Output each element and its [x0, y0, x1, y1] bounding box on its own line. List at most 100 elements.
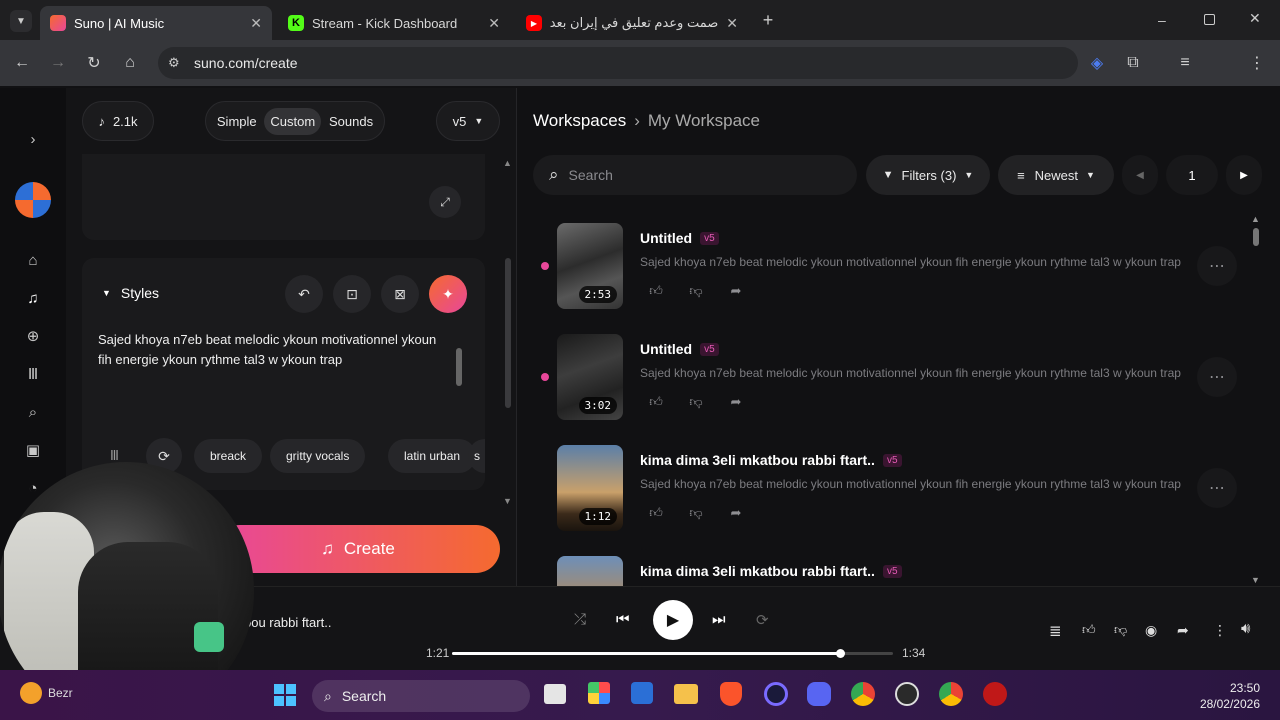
- start-icon[interactable]: [274, 684, 296, 706]
- list-scroll-up-icon[interactable]: ▲: [1251, 214, 1260, 224]
- credits-pill[interactable]: ♪ 2.1k: [82, 101, 154, 141]
- restore-icon[interactable]: [1204, 14, 1215, 25]
- chrome-icon[interactable]: [851, 682, 875, 706]
- style-tag[interactable]: gritty vocals: [270, 439, 366, 473]
- clock[interactable]: 23:50 28/02/2026: [1196, 680, 1260, 712]
- close-window-icon[interactable]: ✕: [1249, 10, 1261, 27]
- page-number[interactable]: 1: [1166, 155, 1218, 195]
- dislike-icon[interactable]: 👎︎: [1114, 622, 1127, 638]
- bookmark-icon[interactable]: ⊡: [333, 275, 371, 313]
- share-icon[interactable]: ➦: [725, 391, 747, 413]
- brave-icon[interactable]: [720, 682, 742, 706]
- extension-shield-icon[interactable]: ◈: [1084, 50, 1110, 76]
- expand-icon[interactable]: ⤢: [429, 186, 461, 218]
- expand-sidebar-icon[interactable]: ›: [22, 128, 44, 150]
- media-control-icon[interactable]: ≡: [1172, 50, 1198, 76]
- browser-menu-icon[interactable]: ⋮: [1244, 50, 1270, 76]
- previous-icon[interactable]: ⏮: [616, 611, 630, 628]
- song-cover[interactable]: 3:02: [557, 334, 623, 420]
- list-scrollbar[interactable]: [1253, 228, 1259, 246]
- song-row[interactable]: 3:02 Untitled v5 Sajed khoya n7eb beat m…: [517, 329, 1257, 429]
- obs-icon[interactable]: [895, 682, 919, 706]
- song-cover[interactable]: [557, 556, 623, 586]
- more-options-icon[interactable]: ⋯: [1197, 357, 1237, 397]
- song-cover[interactable]: 1:12: [557, 445, 623, 531]
- prev-page-button[interactable]: ◀: [1122, 155, 1158, 195]
- hooks-nav-icon[interactable]: ▣: [22, 439, 44, 461]
- new-tab-icon[interactable]: +: [758, 10, 778, 30]
- song-title[interactable]: Untitled: [640, 341, 692, 357]
- close-tab-icon[interactable]: ✕: [488, 15, 500, 32]
- progress-knob[interactable]: [836, 649, 846, 658]
- obs-like-icon[interactable]: [764, 682, 788, 706]
- more-options-icon[interactable]: ⋯: [1197, 246, 1237, 286]
- scroll-up-icon[interactable]: ▲: [503, 158, 512, 168]
- more-options-icon[interactable]: ⋯: [1197, 468, 1237, 508]
- create-nav-icon[interactable]: ♫: [22, 287, 44, 309]
- volume-icon[interactable]: 🔊︎: [1241, 620, 1250, 637]
- dislike-icon[interactable]: 👎︎: [685, 502, 707, 524]
- song-row[interactable]: kima dima 3eli mkatbou rabbi ftart.. v5: [517, 551, 1257, 586]
- suno-logo[interactable]: [15, 182, 51, 218]
- play-button[interactable]: ▶: [653, 600, 693, 640]
- share-icon[interactable]: ➦: [1177, 622, 1189, 639]
- mode-simple[interactable]: Simple: [211, 108, 263, 135]
- back-icon[interactable]: ←: [9, 50, 35, 76]
- tab-kick[interactable]: K Stream - Kick Dashboard ✕: [278, 6, 510, 40]
- library-nav-icon[interactable]: Ⅲ: [22, 363, 44, 385]
- like-icon[interactable]: 👍︎: [1082, 622, 1096, 638]
- tab-youtube[interactable]: ▶ صمت وعدم تعليق في إيران بعد... ✕: [516, 6, 748, 40]
- song-title[interactable]: kima dima 3eli mkatbou rabbi ftart..: [640, 452, 875, 468]
- breadcrumb-root[interactable]: Workspaces: [533, 111, 626, 131]
- search-input[interactable]: ⌕ Search: [533, 155, 857, 195]
- weather-widget[interactable]: Bezr: [20, 682, 73, 704]
- breadcrumb-current[interactable]: My Workspace: [648, 111, 760, 131]
- next-icon[interactable]: ⏭: [712, 611, 726, 628]
- undo-icon[interactable]: ↶: [285, 275, 323, 313]
- scroll-down-icon[interactable]: ▼: [503, 496, 512, 506]
- dislike-icon[interactable]: 👎︎: [685, 391, 707, 413]
- song-row[interactable]: 1:12 kima dima 3eli mkatbou rabbi ftart.…: [517, 440, 1257, 540]
- styles-scrollbar[interactable]: [456, 348, 462, 386]
- extensions-puzzle-icon[interactable]: ⧉: [1120, 50, 1146, 76]
- song-title[interactable]: kima dima 3eli mkatbou rabbi ftart..: [640, 563, 875, 579]
- clear-icon[interactable]: ⊠: [381, 275, 419, 313]
- forward-icon[interactable]: →: [45, 50, 71, 76]
- task-view-icon[interactable]: [544, 684, 566, 704]
- style-tag[interactable]: breack: [194, 439, 263, 473]
- more-options-icon[interactable]: ⋮: [1213, 622, 1227, 639]
- taskbar-search[interactable]: ⌕ Search: [312, 680, 530, 712]
- song-title[interactable]: Untitled: [640, 230, 692, 246]
- chrome-profile-icon[interactable]: [939, 682, 963, 706]
- create-button[interactable]: ♫ Create: [216, 525, 500, 573]
- close-tab-icon[interactable]: ✕: [726, 15, 738, 32]
- close-tab-icon[interactable]: ✕: [250, 15, 262, 32]
- next-page-button[interactable]: ▶: [1226, 155, 1262, 195]
- like-icon[interactable]: 👍︎: [645, 391, 667, 413]
- styles-header[interactable]: ▼ Styles: [102, 285, 159, 301]
- shuffle-icon[interactable]: ⤮: [574, 611, 586, 628]
- filters-button[interactable]: ▼ Filters (3) ▼: [866, 155, 990, 195]
- dislike-icon[interactable]: 👎︎: [685, 280, 707, 302]
- repeat-icon[interactable]: ⟳: [756, 611, 769, 629]
- address-bar[interactable]: ⚙ suno.com/create: [158, 47, 1078, 79]
- minimize-icon[interactable]: –: [1158, 12, 1172, 28]
- mode-sounds[interactable]: Sounds: [323, 108, 379, 135]
- list-scroll-down-icon[interactable]: ▼: [1251, 575, 1260, 585]
- magic-wand-icon[interactable]: ✦: [429, 275, 467, 313]
- now-playing-title[interactable]: bou rabbi ftart..: [244, 615, 331, 630]
- like-icon[interactable]: 👍︎: [645, 502, 667, 524]
- version-select[interactable]: v5 ▼: [436, 101, 500, 141]
- styles-textarea[interactable]: Sajed khoya n7eb beat melodic ykoun moti…: [98, 330, 452, 424]
- share-icon[interactable]: ➦: [725, 502, 747, 524]
- site-info-icon[interactable]: ⚙: [168, 55, 180, 71]
- store-icon[interactable]: [631, 682, 653, 704]
- panel-scrollbar[interactable]: [505, 258, 511, 408]
- search-nav-icon[interactable]: ⌕: [22, 401, 44, 423]
- song-cover[interactable]: 2:53: [557, 223, 623, 309]
- tab-suno[interactable]: Suno | AI Music ✕: [40, 6, 272, 40]
- sort-button[interactable]: ≡ Newest ▼: [998, 155, 1114, 195]
- like-icon[interactable]: 👍︎: [645, 280, 667, 302]
- style-tag[interactable]: latin urban: [388, 439, 477, 473]
- share-icon[interactable]: ➦: [725, 280, 747, 302]
